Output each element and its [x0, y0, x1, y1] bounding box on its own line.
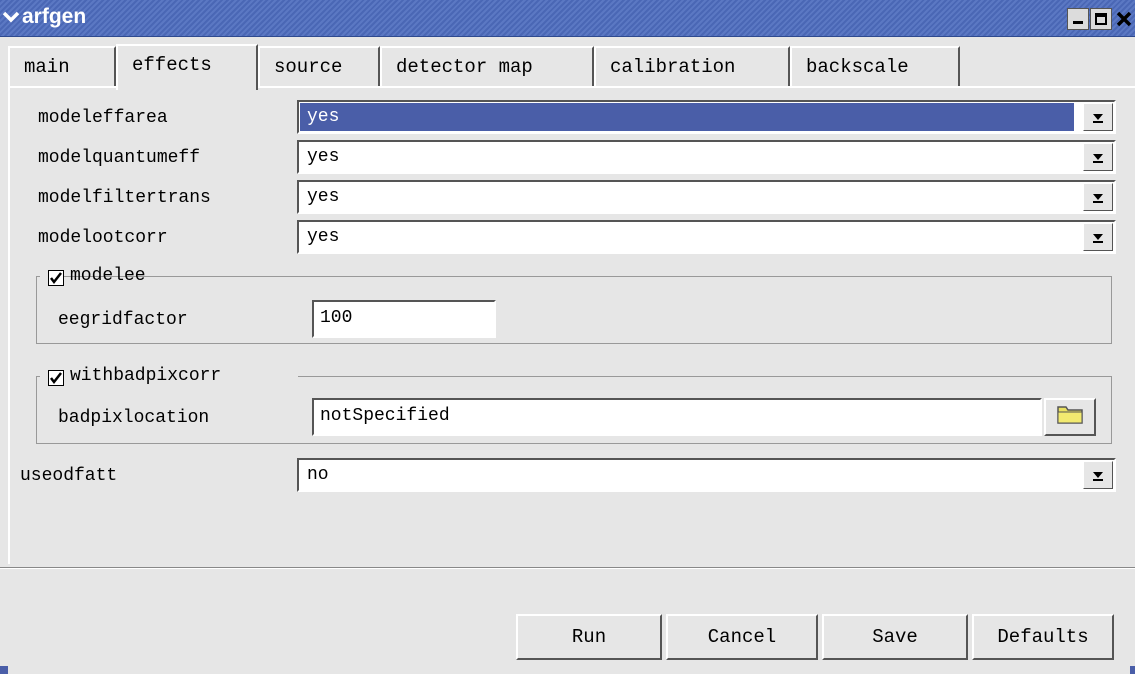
useodfatt-select[interactable]: no	[297, 458, 1116, 492]
modelee-legend: modelee	[40, 266, 146, 290]
tab-label: backscale	[806, 56, 909, 78]
useodfatt-value: no	[307, 465, 329, 485]
browse-button[interactable]	[1044, 398, 1096, 436]
close-icon[interactable]	[1113, 8, 1135, 30]
modelquantumeff-value: yes	[307, 147, 340, 167]
folder-icon	[1056, 403, 1084, 431]
withbadpixcorr-label: withbadpixcorr	[70, 366, 222, 386]
chevron-down-icon[interactable]	[1083, 103, 1113, 131]
chevron-down-icon[interactable]	[1083, 183, 1113, 211]
badpixlocation-label: badpixlocation	[58, 408, 210, 428]
modelfiltertrans-value: yes	[307, 187, 340, 207]
chevron-down-icon[interactable]	[1083, 223, 1113, 251]
defaults-button[interactable]: Defaults	[972, 614, 1114, 660]
selection-highlight	[300, 103, 1074, 131]
window-title: arfgen	[22, 5, 87, 28]
modelfiltertrans-label: modelfiltertrans	[38, 188, 211, 208]
modelootcorr-select[interactable]: yes	[297, 220, 1116, 254]
tab-label: main	[24, 56, 70, 78]
badpixlocation-value: notSpecified	[320, 406, 450, 426]
useodfatt-label: useodfatt	[20, 466, 118, 486]
tab-label: source	[274, 56, 343, 78]
separator	[0, 567, 1135, 569]
badpixlocation-input[interactable]: notSpecified	[312, 398, 1042, 436]
maximize-icon[interactable]	[1090, 8, 1112, 30]
tab-label: effects	[132, 54, 212, 76]
eegridfactor-label: eegridfactor	[58, 310, 188, 330]
eegridfactor-value: 100	[320, 308, 353, 328]
modelquantumeff-select[interactable]: yes	[297, 140, 1116, 174]
modelee-group	[36, 276, 1112, 344]
tab-main[interactable]: main	[8, 46, 116, 86]
tab-calibration[interactable]: calibration	[594, 46, 790, 86]
window-menu-chevron-icon[interactable]	[2, 8, 20, 26]
modelee-label: modelee	[70, 266, 146, 286]
modeleffarea-label: modeleffarea	[38, 108, 168, 128]
modeleffarea-select[interactable]: yes	[297, 100, 1116, 134]
title-bar: arfgen	[0, 0, 1135, 37]
modelootcorr-label: modelootcorr	[38, 228, 168, 248]
modelquantumeff-label: modelquantumeff	[38, 148, 201, 168]
tab-label: calibration	[610, 56, 736, 78]
withbadpixcorr-legend: withbadpixcorr	[40, 366, 298, 390]
tab-effects[interactable]: effects	[116, 44, 258, 90]
window-bottom-fill	[8, 666, 1130, 674]
withbadpixcorr-checkbox[interactable]	[48, 370, 64, 386]
chevron-down-icon[interactable]	[1083, 461, 1113, 489]
modelfiltertrans-select[interactable]: yes	[297, 180, 1116, 214]
cancel-button[interactable]: Cancel	[666, 614, 818, 660]
minimize-icon[interactable]	[1067, 8, 1089, 30]
tab-backscale[interactable]: backscale	[790, 46, 960, 86]
run-button[interactable]: Run	[516, 614, 662, 660]
chevron-down-icon[interactable]	[1083, 143, 1113, 171]
modelee-checkbox[interactable]	[48, 270, 64, 286]
tab-label: detector map	[396, 56, 533, 78]
eegridfactor-input[interactable]: 100	[312, 300, 496, 338]
modelootcorr-value: yes	[307, 227, 340, 247]
tab-detector-map[interactable]: detector map	[380, 46, 594, 86]
save-button[interactable]: Save	[822, 614, 968, 660]
tab-source[interactable]: source	[258, 46, 380, 86]
modeleffarea-value: yes	[307, 107, 340, 127]
